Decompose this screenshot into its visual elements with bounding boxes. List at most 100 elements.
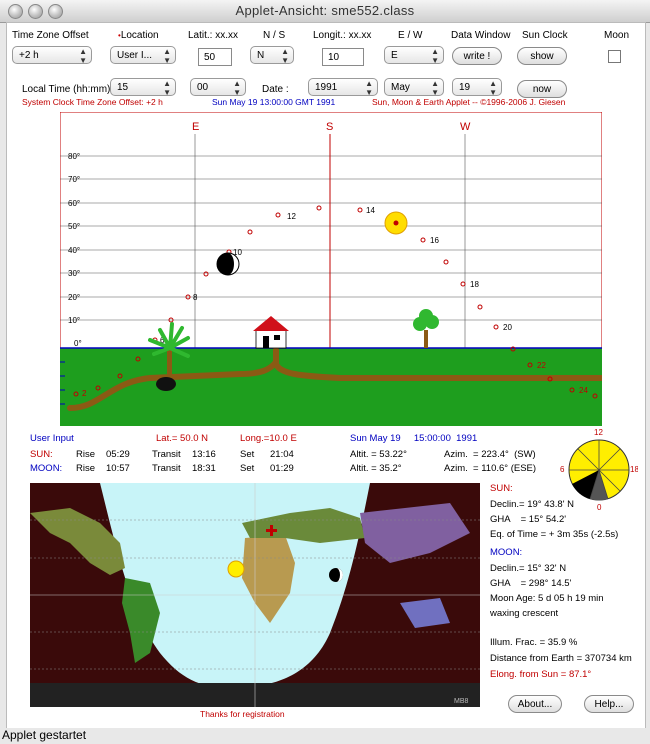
alt-10: 10° <box>68 316 80 325</box>
moon-rise: 10:57 <box>106 463 130 474</box>
about-button[interactable]: About... <box>508 695 562 713</box>
ns-select[interactable]: N ▲ ▼ <box>250 46 294 65</box>
moon-set-label: Set <box>240 463 255 474</box>
moon-label: Moon <box>604 30 630 41</box>
location-label: •Location <box>118 30 159 41</box>
sun-transit: 13:16 <box>192 449 216 460</box>
moon-checkbox[interactable] <box>608 50 621 63</box>
rp-distance: Distance from Earth = 370734 km <box>490 653 632 664</box>
datetime-readout: Sun May 19 15:00:00 1991 <box>350 433 478 444</box>
alt-30: 30° <box>68 269 80 278</box>
stepper-icon: ▲ ▼ <box>489 79 497 97</box>
sun-transit-label: Transit <box>152 449 181 460</box>
rp-moon-age: Moon Age: 5 d 05 h 19 min <box>490 593 604 604</box>
map-tag: MB8 <box>454 698 469 705</box>
location-select[interactable]: User I... ▲ ▼ <box>110 46 176 65</box>
minute-select[interactable]: 00 ▲ ▼ <box>190 78 246 97</box>
alt-50: 50° <box>68 222 80 231</box>
alt-20: 20° <box>68 293 80 302</box>
write-button[interactable]: write ! <box>452 47 502 65</box>
stepper-icon: ▲ ▼ <box>431 47 439 65</box>
sun-clock-label: Sun Clock <box>522 30 568 41</box>
rp-elongation: Elong. from Sun = 87.1° <box>490 669 592 680</box>
longitude-readout: Long.=10.0 E <box>240 433 297 444</box>
clock-0: 0 <box>597 503 602 512</box>
show-button[interactable]: show <box>517 47 567 65</box>
hour-2: 2 <box>82 389 87 398</box>
data-window-label: Data Window <box>451 30 511 41</box>
sun-center <box>393 220 399 226</box>
rp-moon-phase: waxing crescent <box>490 608 559 619</box>
tz-label: Time Zone Offset <box>12 30 89 41</box>
ew-select[interactable]: E ▲ ▼ <box>384 46 444 65</box>
clock-12: 12 <box>594 428 603 437</box>
applet-copyright: Sun, Moon & Earth Applet -- ©1996-2006 J… <box>372 97 566 107</box>
rp-equation-of-time: Eq. of Time = + 3m 35s (-2.5s) <box>490 529 619 540</box>
hour-22: 22 <box>537 361 546 370</box>
longitude-label: Longit.: xx.xx <box>313 30 372 41</box>
help-button[interactable]: Help... <box>584 695 634 713</box>
year-select[interactable]: 1991 ▲ ▼ <box>308 78 378 97</box>
moon-transit: 18:31 <box>192 463 216 474</box>
registration-credit: Thanks for registration <box>200 709 285 719</box>
stepper-icon: ▲ ▼ <box>79 47 87 65</box>
hour-select[interactable]: 15 ▲ ▼ <box>110 78 176 97</box>
now-button[interactable]: now <box>517 80 567 98</box>
sun-rise-label: Rise <box>76 449 96 460</box>
rp-sun-heading: SUN: <box>490 483 513 494</box>
rp-moon-gha: GHA = 298° 14.5' <box>490 578 572 589</box>
longitude-input[interactable]: 10 <box>322 48 364 66</box>
alt-80: 80° <box>68 152 80 161</box>
title-bar: Applet-Ansicht: sme552.class <box>0 0 650 23</box>
rp-moon-declination: Declin.= 15° 32' N <box>490 563 567 574</box>
stepper-icon: ▲ ▼ <box>163 79 171 97</box>
day-select[interactable]: 19 ▲ ▼ <box>452 78 502 97</box>
sysclock-gmt: Sun May 19 13:00:00 GMT 1991 <box>212 97 336 107</box>
hour-24: 24 <box>579 386 588 395</box>
date-label: Date : <box>262 84 289 95</box>
stepper-icon: ▲ ▼ <box>431 79 439 97</box>
sun-rise: 05:29 <box>106 449 130 460</box>
hour-20: 20 <box>503 323 512 332</box>
moon-row-label: MOON: <box>30 463 63 474</box>
ns-label: N / S <box>263 30 286 41</box>
user-input-label: User Input <box>30 433 74 444</box>
hour-8: 8 <box>193 293 198 302</box>
hour-12: 12 <box>287 212 296 221</box>
dir-s: S <box>326 121 333 133</box>
window-title: Applet-Ansicht: sme552.class <box>235 3 415 18</box>
stepper-icon: ▲ ▼ <box>163 47 171 65</box>
alt-0: 0° <box>74 339 82 348</box>
dir-e: E <box>192 121 199 133</box>
stepper-icon: ▲ ▼ <box>233 79 241 97</box>
clock-18: 18 <box>630 465 638 474</box>
latitude-readout: Lat.= 50.0 N <box>156 433 209 444</box>
alt-70: 70° <box>68 175 80 184</box>
dir-w: W <box>460 121 471 133</box>
latitude-input[interactable]: 50 <box>198 48 232 66</box>
rp-illumination: Illum. Frac. = 35.9 % <box>490 637 578 648</box>
sun-altitude: Altit. = 53.22° <box>350 449 407 460</box>
hour-14: 14 <box>366 206 375 215</box>
moon-transit-label: Transit <box>152 463 181 474</box>
month-select[interactable]: May ▲ ▼ <box>384 78 444 97</box>
sun-set: 21:04 <box>270 449 294 460</box>
tz-offset-select[interactable]: +2 h ▲ ▼ <box>12 46 92 65</box>
hour-16: 16 <box>430 236 439 245</box>
sky-diagram: E S W 80° 70° 60° 50° 40° 30° 20° 10° 0°… <box>60 112 602 426</box>
status-bar: Applet gestartet <box>0 728 650 744</box>
stepper-icon: ▲ ▼ <box>281 47 289 65</box>
hour-18: 18 <box>470 280 479 289</box>
local-time-label: Local Time (hh:mm) <box>22 84 111 95</box>
moon-altitude: Altit. = 35.2° <box>350 463 402 474</box>
sun-set-label: Set <box>240 449 255 460</box>
sun-azimuth: Azim. = 223.4° (SW) <box>444 449 536 460</box>
stepper-icon: ▲ ▼ <box>365 79 373 97</box>
moon-set: 01:29 <box>270 463 294 474</box>
moon-rise-label: Rise <box>76 463 96 474</box>
latitude-label: Latit.: xx.xx <box>188 30 239 41</box>
map-sun-icon <box>227 560 245 578</box>
alt-60: 60° <box>68 199 80 208</box>
ew-label: E / W <box>398 30 423 41</box>
moon-azimuth: Azim. = 110.6° (ESE) <box>444 463 537 474</box>
